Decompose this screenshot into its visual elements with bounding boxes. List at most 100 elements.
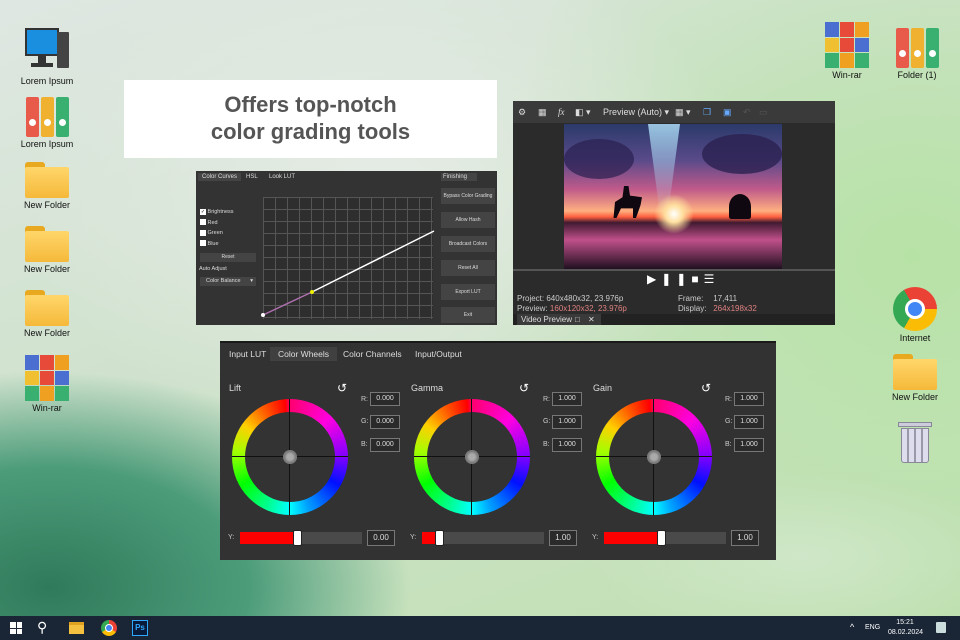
- fx-icon[interactable]: fx: [558, 101, 565, 123]
- y-slider-fill: [240, 532, 298, 544]
- g-value-input[interactable]: 0.000: [370, 415, 400, 429]
- copy-frame-icon[interactable]: ❐: [703, 101, 711, 123]
- desktop-icon-folder[interactable]: New Folder: [12, 162, 82, 210]
- tab-input-lut[interactable]: Input LUT: [229, 349, 266, 359]
- y-value-input[interactable]: 0.00: [367, 530, 395, 546]
- reset-wheel-icon[interactable]: ↺: [519, 381, 529, 395]
- wheel-title: Lift: [229, 383, 242, 393]
- display-value: 264x198x32: [713, 304, 757, 313]
- preview-toolbar: ⚙ ▦ fx ◧ ▾ Preview (Auto) ▾ ▦ ▾ ❐ ▣ ↶ ▭: [513, 101, 835, 123]
- y-value-input[interactable]: 1.00: [549, 530, 577, 546]
- grid-overlay-icon[interactable]: ▦ ▾: [675, 101, 691, 123]
- b-value-input[interactable]: 1.000: [734, 438, 764, 452]
- desktop-icon-chrome[interactable]: Internet: [880, 287, 950, 343]
- notification-icon[interactable]: [936, 622, 946, 633]
- desktop-icon-folder[interactable]: New Folder: [880, 354, 950, 402]
- undo-icon: ↶: [743, 107, 751, 117]
- color-wheels-panel: Input LUT Color Wheels Color Channels In…: [220, 341, 776, 560]
- g-value-input[interactable]: 1.000: [734, 415, 764, 429]
- export-lut-button[interactable]: Export LUT: [441, 284, 495, 300]
- tab-input-output[interactable]: Input/Output: [415, 349, 462, 359]
- tab-video-preview[interactable]: Video Preview □ ✕: [517, 314, 601, 325]
- wheel-knob[interactable]: [647, 450, 661, 464]
- folder-icon: [25, 226, 69, 262]
- split-screen-icon[interactable]: ◧ ▾: [575, 101, 591, 123]
- b-value-input[interactable]: 0.000: [370, 438, 400, 452]
- preview-quality-select[interactable]: Preview (Auto) ▾: [603, 101, 669, 123]
- y-slider[interactable]: [422, 530, 544, 546]
- desktop-icon-folder[interactable]: New Folder: [12, 290, 82, 338]
- computer-icon: [25, 28, 69, 74]
- b-value-input[interactable]: 1.000: [552, 438, 582, 452]
- broadcast-colors-button[interactable]: Broadcast Colors: [441, 236, 495, 252]
- y-value-input[interactable]: 1.00: [731, 530, 759, 546]
- color-wheel[interactable]: [232, 399, 348, 515]
- playback-controls: ▶❚❚■☰: [647, 272, 719, 286]
- color-wheel[interactable]: [596, 399, 712, 515]
- desktop-icon-winrar[interactable]: Win-rar: [812, 22, 882, 80]
- y-slider[interactable]: [604, 530, 726, 546]
- chevron-up-icon[interactable]: ^: [850, 622, 854, 632]
- curve-point[interactable]: [310, 290, 314, 294]
- color-wheel[interactable]: [414, 399, 530, 515]
- save-frame-icon[interactable]: ▣: [723, 101, 732, 123]
- desktop-icon-winrar[interactable]: Win-rar: [12, 355, 82, 413]
- curve-segment-high: [311, 230, 435, 293]
- g-value-input[interactable]: 1.000: [552, 415, 582, 429]
- file-explorer-icon[interactable]: [69, 622, 84, 634]
- language-indicator[interactable]: ENG: [865, 624, 880, 631]
- winrar-icon: [25, 355, 69, 401]
- stop-icon[interactable]: ■: [691, 272, 703, 286]
- wheel-title: Gamma: [411, 383, 444, 393]
- desktop-icon-computer[interactable]: Lorem Ipsum: [12, 28, 82, 86]
- video-preview-window: ⚙ ▦ fx ◧ ▾ Preview (Auto) ▾ ▦ ▾ ❐ ▣ ↶ ▭ …: [513, 101, 835, 325]
- r-value-input[interactable]: 1.000: [552, 392, 582, 406]
- project-value: 640x480x32, 23.976p: [546, 294, 624, 303]
- desktop-icon-binders[interactable]: Lorem Ipsum: [12, 97, 82, 149]
- headline-line-2: color grading tools: [210, 119, 411, 144]
- preview-value: 160x120x32, 23.976p: [549, 304, 627, 313]
- frame-value: 17,411: [713, 294, 738, 303]
- y-slider-fill: [604, 532, 662, 544]
- frame-info: Frame: 17,411 Display: 264x198x32: [678, 294, 757, 313]
- wheel-title: Gain: [593, 383, 613, 393]
- photoshop-icon[interactable]: Ps: [132, 620, 148, 636]
- project-info: Project: 640x480x32, 23.976p Preview: 16…: [517, 294, 627, 313]
- search-icon[interactable]: ⚲: [37, 619, 47, 636]
- bypass-color-grading-button[interactable]: Bypass Color Grading: [441, 188, 495, 204]
- reset-wheel-icon[interactable]: ↺: [701, 381, 711, 395]
- y-slider-thumb[interactable]: [293, 530, 303, 546]
- tab-color-wheels[interactable]: Color Wheels: [270, 347, 338, 361]
- pause-icon[interactable]: ❚❚: [661, 272, 691, 286]
- desktop-icon-binders[interactable]: Folder (1): [882, 28, 952, 80]
- allow-hash-button[interactable]: Allow Hash: [441, 212, 495, 228]
- reset-wheel-icon[interactable]: ↺: [337, 381, 347, 395]
- tab-color-channels[interactable]: Color Channels: [343, 349, 402, 359]
- play-icon[interactable]: ▶: [647, 272, 661, 286]
- chrome-taskbar-icon[interactable]: [101, 620, 117, 636]
- start-button[interactable]: [10, 622, 22, 634]
- properties-icon[interactable]: ▦: [538, 101, 547, 123]
- wheel-knob[interactable]: [283, 450, 297, 464]
- headline-box: Offers top-notch color grading tools: [124, 80, 497, 158]
- chrome-icon: [893, 287, 937, 331]
- close-icon[interactable]: ✕: [588, 314, 595, 325]
- menu-icon[interactable]: ☰: [704, 272, 720, 286]
- y-slider-thumb[interactable]: [435, 530, 445, 546]
- y-slider-thumb[interactable]: [657, 530, 667, 546]
- y-slider[interactable]: [240, 530, 362, 546]
- desktop-icon-folder[interactable]: New Folder: [12, 226, 82, 274]
- maximize-icon[interactable]: □: [575, 314, 580, 325]
- curve-segment-low: [262, 291, 313, 316]
- binders-icon: [25, 97, 69, 137]
- clock[interactable]: 15:21 08.02.2024: [888, 618, 923, 638]
- wheel-knob[interactable]: [465, 450, 479, 464]
- r-value-input[interactable]: 0.000: [370, 392, 400, 406]
- reset-all-button[interactable]: Reset All: [441, 260, 495, 276]
- gear-icon[interactable]: ⚙: [518, 101, 526, 123]
- exit-button[interactable]: Exit: [441, 307, 495, 323]
- desktop-icon-recycle-bin[interactable]: [880, 420, 950, 466]
- folder-icon: [25, 162, 69, 198]
- r-value-input[interactable]: 1.000: [734, 392, 764, 406]
- curve-point[interactable]: [261, 313, 265, 317]
